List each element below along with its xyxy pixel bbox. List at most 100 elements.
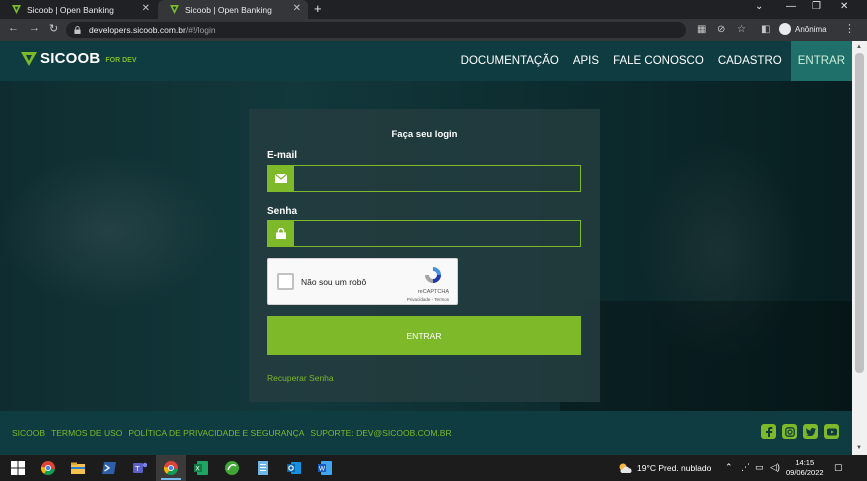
system-clock[interactable]: 14:15 09/06/2022 (786, 458, 824, 478)
nav-fale-conosco[interactable]: FALE CONOSCO (613, 55, 704, 67)
nav-documentacao[interactable]: DOCUMENTAÇÃO (461, 55, 559, 67)
login-title: Faça seu login (391, 129, 458, 140)
recover-password-link[interactable]: Recuperar Senha (267, 373, 334, 383)
svg-text:X: X (195, 465, 200, 473)
browser-tab-1[interactable]: Sicoob | Open Banking ✕ (0, 0, 157, 19)
notepad-icon[interactable] (255, 460, 271, 476)
svg-text:T: T (134, 465, 140, 473)
windows-taskbar: T X W 19°C Pred. nublado ⌃ ⋰ ▭ ◁) 14:15 … (0, 455, 867, 481)
password-field-wrapper (267, 220, 581, 247)
sicoob-favicon-icon (12, 5, 21, 14)
scroll-down-icon[interactable]: ▼ (856, 445, 862, 451)
recaptcha-terms-link[interactable]: Privacidade - Termos (407, 297, 449, 302)
recaptcha-text: Não sou um robô (301, 277, 367, 287)
recaptcha-brand: reCAPTCHA (417, 289, 449, 295)
page-scrollbar[interactable]: ▲ ▼ (852, 41, 867, 455)
nav-entrar[interactable]: ENTRAR (790, 41, 852, 81)
chrome-incognito-icon[interactable] (163, 460, 179, 476)
active-app-indicator (161, 478, 181, 480)
reload-icon[interactable]: ↻ (49, 22, 58, 35)
email-label: E-mail (267, 150, 298, 161)
powershell-icon[interactable] (101, 460, 117, 476)
excel-icon[interactable]: X (193, 460, 209, 476)
weather-desc: Pred. nublado (658, 463, 712, 473)
network-icon[interactable]: ⋰ (741, 462, 750, 473)
url-path: /#!/login (185, 25, 216, 35)
weather-temp: 19°C (637, 463, 656, 473)
volume-icon[interactable]: ◁) (770, 462, 780, 473)
lock-icon (74, 26, 81, 34)
browser-toolbar: ← → ↻ developers.sicoob.com.br/#!/login … (0, 19, 867, 41)
instagram-icon[interactable] (782, 424, 797, 439)
address-bar[interactable]: developers.sicoob.com.br/#!/login (66, 22, 686, 38)
restore-icon[interactable]: ❐ (812, 1, 821, 12)
close-tab-1-icon[interactable]: ✕ (142, 3, 150, 14)
windows-start-icon[interactable] (10, 460, 26, 476)
footer-link-privacidade[interactable]: POLÍTICA DE PRIVACIDADE E SEGURANÇA (128, 428, 304, 438)
browser-tab-2[interactable]: Sicoob | Open Banking ✕ (158, 0, 308, 19)
weather-widget[interactable]: 19°C Pred. nublado (618, 463, 711, 473)
sicoob-favicon-icon (170, 5, 179, 14)
teams-icon[interactable]: T (132, 460, 148, 476)
partly-cloudy-icon (619, 463, 632, 473)
outlook-icon[interactable] (286, 460, 302, 476)
browser-tab-1-title: Sicoob | Open Banking (27, 4, 114, 15)
logo-wordmark: SICOOB (40, 50, 101, 67)
bookmark-star-icon[interactable]: ☆ (737, 24, 746, 35)
file-explorer-icon[interactable] (70, 460, 86, 476)
profile-button[interactable]: Anônima (779, 23, 827, 35)
site-header: SICOOB FOR DEV DOCUMENTAÇÃO APIS FALE CO… (0, 41, 852, 81)
sicoob-logo-icon (21, 52, 37, 66)
scrollbar-thumb[interactable] (855, 53, 864, 373)
footer-links: SICOOB TERMOS DE USO POLÍTICA DE PRIVACI… (12, 428, 458, 438)
twitter-icon[interactable] (803, 424, 818, 439)
svg-text:W: W (319, 465, 326, 473)
new-tab-icon[interactable]: + (314, 1, 322, 16)
login-submit-button[interactable]: ENTRAR (267, 316, 581, 355)
tracking-protection-icon[interactable]: ⊘ (717, 24, 725, 35)
battery-icon[interactable]: ▭ (755, 462, 764, 473)
clock-time: 14:15 (795, 458, 815, 467)
qr-code-icon[interactable]: ▦ (697, 24, 706, 35)
password-label: Senha (267, 206, 298, 217)
footer-link-sicoob[interactable]: SICOOB (12, 428, 45, 438)
facebook-icon[interactable] (761, 424, 776, 439)
tab-search-icon[interactable]: ⌄ (755, 1, 763, 12)
password-input[interactable] (294, 221, 580, 246)
forward-icon[interactable]: → (29, 22, 40, 34)
footer-link-suporte[interactable]: SUPORTE: DEV@SICOOB.COM.BR (310, 428, 451, 438)
logo-subtitle: FOR DEV (105, 57, 137, 64)
main-nav: DOCUMENTAÇÃO APIS FALE CONOSCO CADASTRO … (447, 41, 852, 81)
browser-tab-2-title: Sicoob | Open Banking (185, 4, 272, 15)
incognito-avatar-icon (779, 23, 791, 35)
footer-link-termos[interactable]: TERMOS DE USO (51, 428, 122, 438)
green-app-icon[interactable] (224, 460, 240, 476)
notifications-icon[interactable]: ▢ (834, 462, 843, 473)
tray-chevron-icon[interactable]: ⌃ (725, 462, 733, 473)
hero-shade (560, 301, 852, 411)
scroll-up-icon[interactable]: ▲ (856, 44, 862, 50)
side-panel-icon[interactable]: ◧ (761, 24, 770, 35)
profile-label: Anônima (795, 24, 827, 34)
chrome-icon[interactable] (40, 460, 56, 476)
envelope-icon (268, 166, 294, 191)
browser-tab-bar: Sicoob | Open Banking ✕ Sicoob | Open Ba… (0, 0, 867, 19)
close-tab-2-icon[interactable]: ✕ (293, 3, 301, 14)
back-icon[interactable]: ← (8, 22, 19, 34)
email-field-wrapper (267, 165, 581, 192)
login-card: Faça seu login E-mail Senha Não sou um r… (249, 109, 600, 402)
lock-icon (268, 221, 294, 246)
email-input[interactable] (294, 166, 580, 191)
youtube-icon[interactable] (824, 424, 839, 439)
site-footer: SICOOB TERMOS DE USO POLÍTICA DE PRIVACI… (0, 411, 852, 455)
nav-cadastro[interactable]: CADASTRO (718, 55, 782, 67)
sicoob-logo[interactable]: SICOOB FOR DEV (21, 51, 137, 67)
browser-menu-icon[interactable]: ⋮ (844, 22, 855, 35)
close-window-icon[interactable]: ✕ (840, 1, 848, 12)
minimize-icon[interactable]: — (786, 1, 796, 12)
nav-apis[interactable]: APIS (573, 55, 599, 67)
recaptcha-checkbox[interactable] (277, 273, 294, 290)
word-icon[interactable]: W (317, 460, 333, 476)
recaptcha-logo-icon (425, 267, 441, 283)
social-icons (755, 424, 839, 439)
